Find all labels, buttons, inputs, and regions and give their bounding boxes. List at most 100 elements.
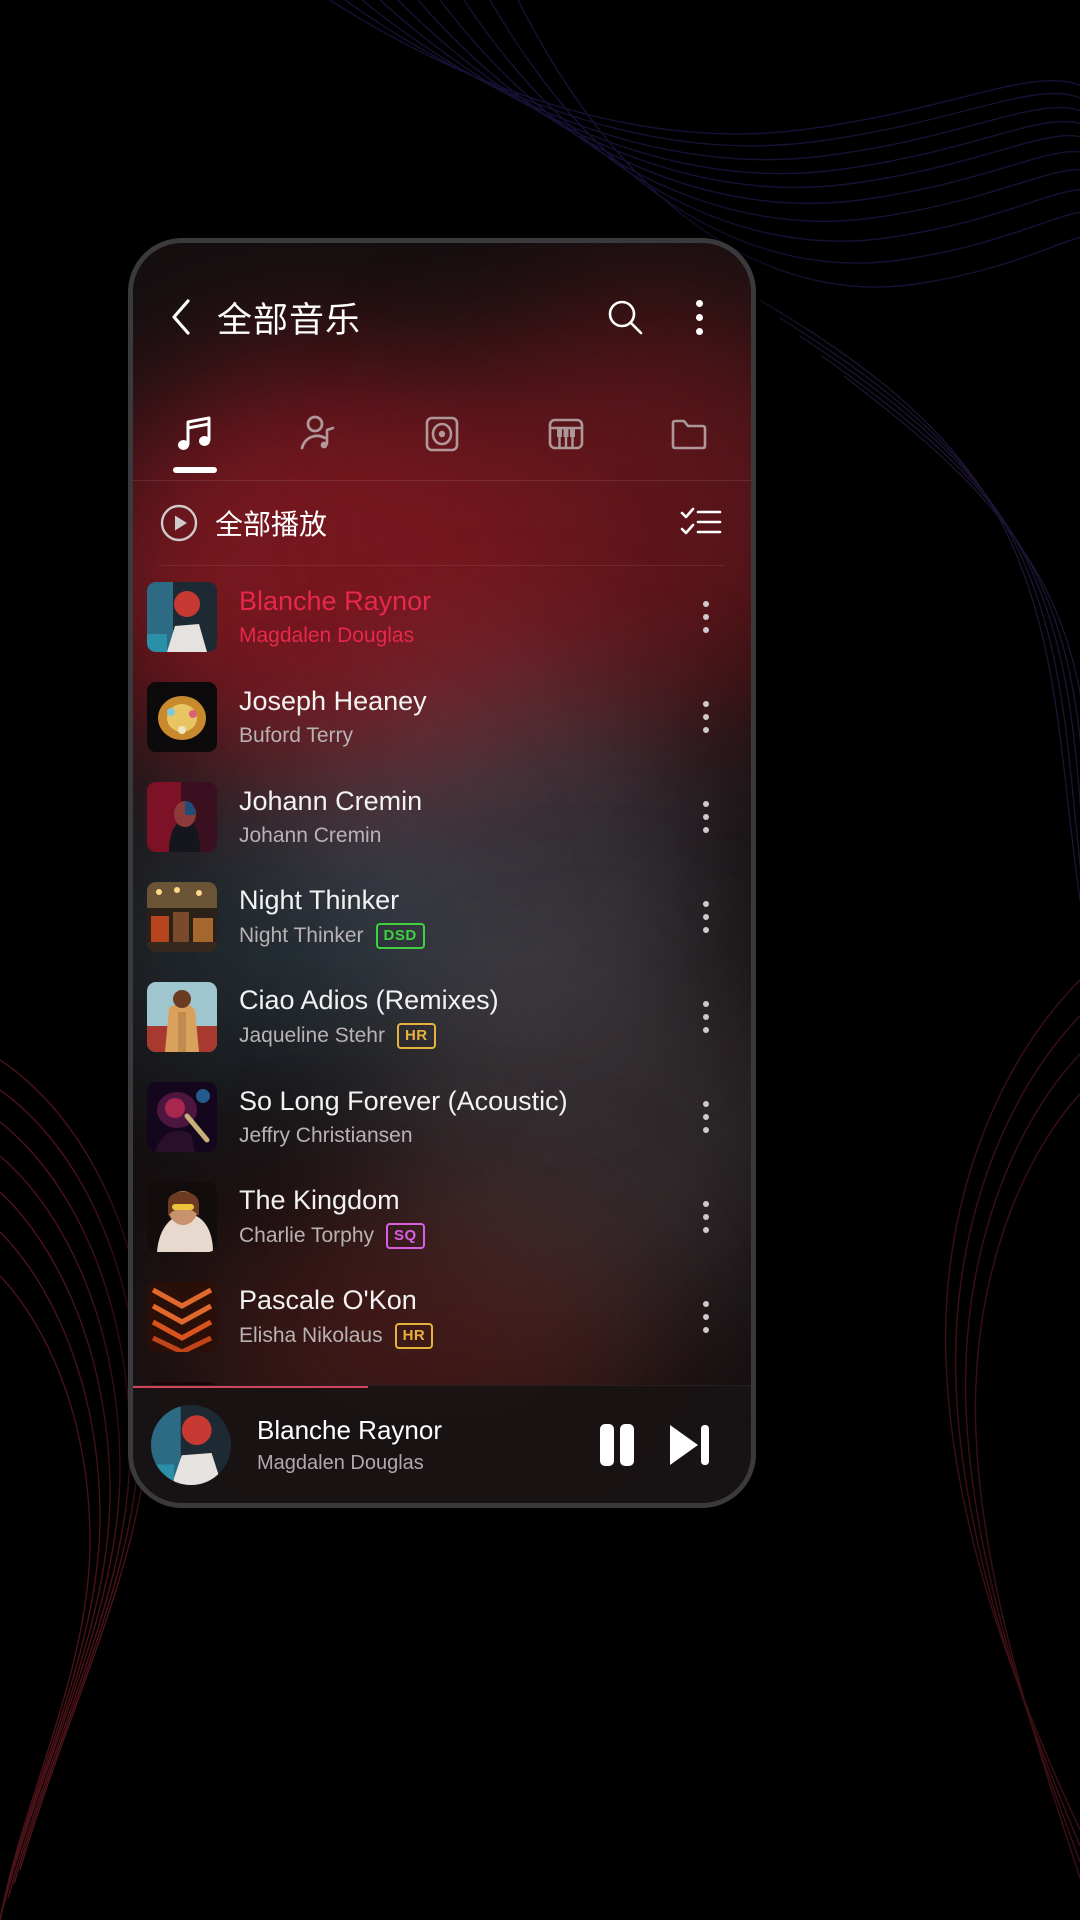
more-vertical-icon (703, 1101, 709, 1133)
now-playing-info: Blanche Raynor Magdalen Douglas (231, 1415, 581, 1475)
app-bar: 全部音乐 (133, 243, 751, 391)
back-button[interactable] (159, 295, 203, 339)
phone-frame: 全部音乐 全部播放 Blanche Raynor Magdalen Dougla… (128, 238, 756, 1508)
table-row[interactable]: Ciao Adios (Remixes) Willis Osinski (133, 1367, 751, 1385)
pause-icon (600, 1423, 634, 1466)
song-info: So Long Forever (Acoustic) Jeffry Christ… (217, 1086, 683, 1148)
row-overflow-button[interactable] (683, 1287, 729, 1347)
play-all-row: 全部播放 (133, 481, 751, 565)
table-row[interactable]: Ciao Adios (Remixes) Jaqueline Stehr HR (133, 967, 751, 1067)
album-art (147, 882, 217, 952)
song-info: Johann Cremin Johann Cremin (217, 786, 683, 848)
song-info: Pascale O'Kon Elisha Nikolaus HR (217, 1284, 683, 1350)
table-row[interactable]: Pascale O'Kon Elisha Nikolaus HR (133, 1267, 751, 1367)
row-overflow-button[interactable] (683, 887, 729, 947)
song-title: Blanche Raynor (239, 585, 432, 616)
song-info: Night Thinker Night Thinker DSD (217, 884, 683, 950)
song-title: Night Thinker (239, 884, 400, 915)
table-row[interactable]: Johann Cremin Johann Cremin (133, 767, 751, 867)
song-list[interactable]: Blanche Raynor Magdalen Douglas Joseph H… (133, 567, 751, 1385)
song-title: So Long Forever (Acoustic) (239, 1085, 568, 1116)
now-playing-artist: Magdalen Douglas (257, 1451, 424, 1474)
playback-progress-bar (133, 1386, 368, 1388)
folder-icon (665, 410, 713, 463)
next-track-button[interactable] (653, 1409, 725, 1481)
row-overflow-button[interactable] (683, 587, 729, 647)
more-vertical-icon (703, 1301, 709, 1333)
album-art (147, 1182, 217, 1252)
tab-folders[interactable] (627, 391, 751, 481)
status-badge: HR (396, 1023, 436, 1050)
now-playing-bar[interactable]: Blanche Raynor Magdalen Douglas (133, 1385, 751, 1503)
search-button[interactable] (599, 291, 651, 343)
album-disc-icon (418, 410, 466, 463)
row-overflow-button[interactable] (683, 687, 729, 747)
song-title: The Kingdom (239, 1184, 400, 1215)
skip-next-icon (670, 1424, 709, 1465)
tab-songs[interactable] (133, 391, 257, 481)
tab-artists[interactable] (257, 391, 381, 481)
table-row[interactable]: So Long Forever (Acoustic) Jeffry Christ… (133, 1067, 751, 1167)
song-info: Blanche Raynor Magdalen Douglas (217, 586, 683, 648)
play-all-divider (159, 565, 725, 566)
chevron-left-icon (172, 299, 190, 335)
category-tab-bar (133, 391, 751, 481)
status-badge: SQ (386, 1223, 425, 1250)
more-vertical-icon (703, 601, 709, 633)
more-vertical-icon (695, 299, 703, 335)
more-vertical-icon (703, 1001, 709, 1033)
album-art (147, 1282, 217, 1352)
song-title: Joseph Heaney (239, 685, 427, 716)
table-row[interactable]: The Kingdom Charlie Torphy SQ (133, 1167, 751, 1267)
table-row[interactable]: Blanche Raynor Magdalen Douglas (133, 567, 751, 667)
song-artist: Buford Terry (239, 724, 353, 748)
song-info: The Kingdom Charlie Torphy SQ (217, 1184, 683, 1250)
table-row[interactable]: Joseph Heaney Buford Terry (133, 667, 751, 767)
now-playing-title: Blanche Raynor (257, 1414, 442, 1445)
play-all-label: 全部播放 (215, 509, 328, 540)
play-all-button[interactable]: 全部播放 (159, 503, 677, 543)
tab-genres[interactable] (504, 391, 628, 481)
album-art (147, 782, 217, 852)
more-vertical-icon (703, 801, 709, 833)
song-artist: Jeffry Christiansen (239, 1124, 413, 1148)
song-artist: Elisha Nikolaus (239, 1324, 383, 1348)
music-note-icon (171, 410, 219, 463)
row-overflow-button[interactable] (683, 1087, 729, 1147)
album-art (147, 682, 217, 752)
multi-select-button[interactable] (677, 499, 725, 547)
search-icon (608, 300, 643, 335)
row-overflow-button[interactable] (683, 1187, 729, 1247)
piano-icon (542, 410, 590, 463)
more-vertical-icon (703, 701, 709, 733)
status-badge: DSD (375, 923, 425, 950)
song-title: Ciao Adios (Remixes) (239, 984, 499, 1015)
checklist-icon (680, 507, 722, 535)
tab-active-indicator (172, 467, 217, 473)
now-playing-artwork (151, 1404, 231, 1485)
overflow-menu-button[interactable] (673, 291, 725, 343)
song-title: Pascale O'Kon (239, 1284, 417, 1315)
song-info: Ciao Adios (Remixes) Jaqueline Stehr HR (217, 984, 683, 1050)
song-artist: Night Thinker (239, 924, 364, 948)
tab-albums[interactable] (380, 391, 504, 481)
status-badge: HR (394, 1323, 434, 1350)
play-circle-icon (160, 504, 198, 542)
page-title: 全部音乐 (217, 300, 362, 340)
song-artist: Charlie Torphy (239, 1224, 375, 1248)
more-vertical-icon (703, 1201, 709, 1233)
song-artist: Magdalen Douglas (239, 624, 415, 648)
phone-screen: 全部音乐 全部播放 Blanche Raynor Magdalen Dougla… (133, 243, 751, 1503)
song-artist: Jaqueline Stehr (239, 1024, 385, 1048)
album-art (147, 982, 217, 1052)
row-overflow-button[interactable] (683, 787, 729, 847)
artist-icon (294, 410, 342, 463)
more-vertical-icon (703, 901, 709, 933)
pause-button[interactable] (581, 1409, 653, 1481)
table-row[interactable]: Night Thinker Night Thinker DSD (133, 867, 751, 967)
album-art (147, 582, 217, 652)
song-info: Joseph Heaney Buford Terry (217, 686, 683, 748)
song-artist: Johann Cremin (239, 824, 382, 848)
album-art (147, 1082, 217, 1152)
row-overflow-button[interactable] (683, 987, 729, 1047)
